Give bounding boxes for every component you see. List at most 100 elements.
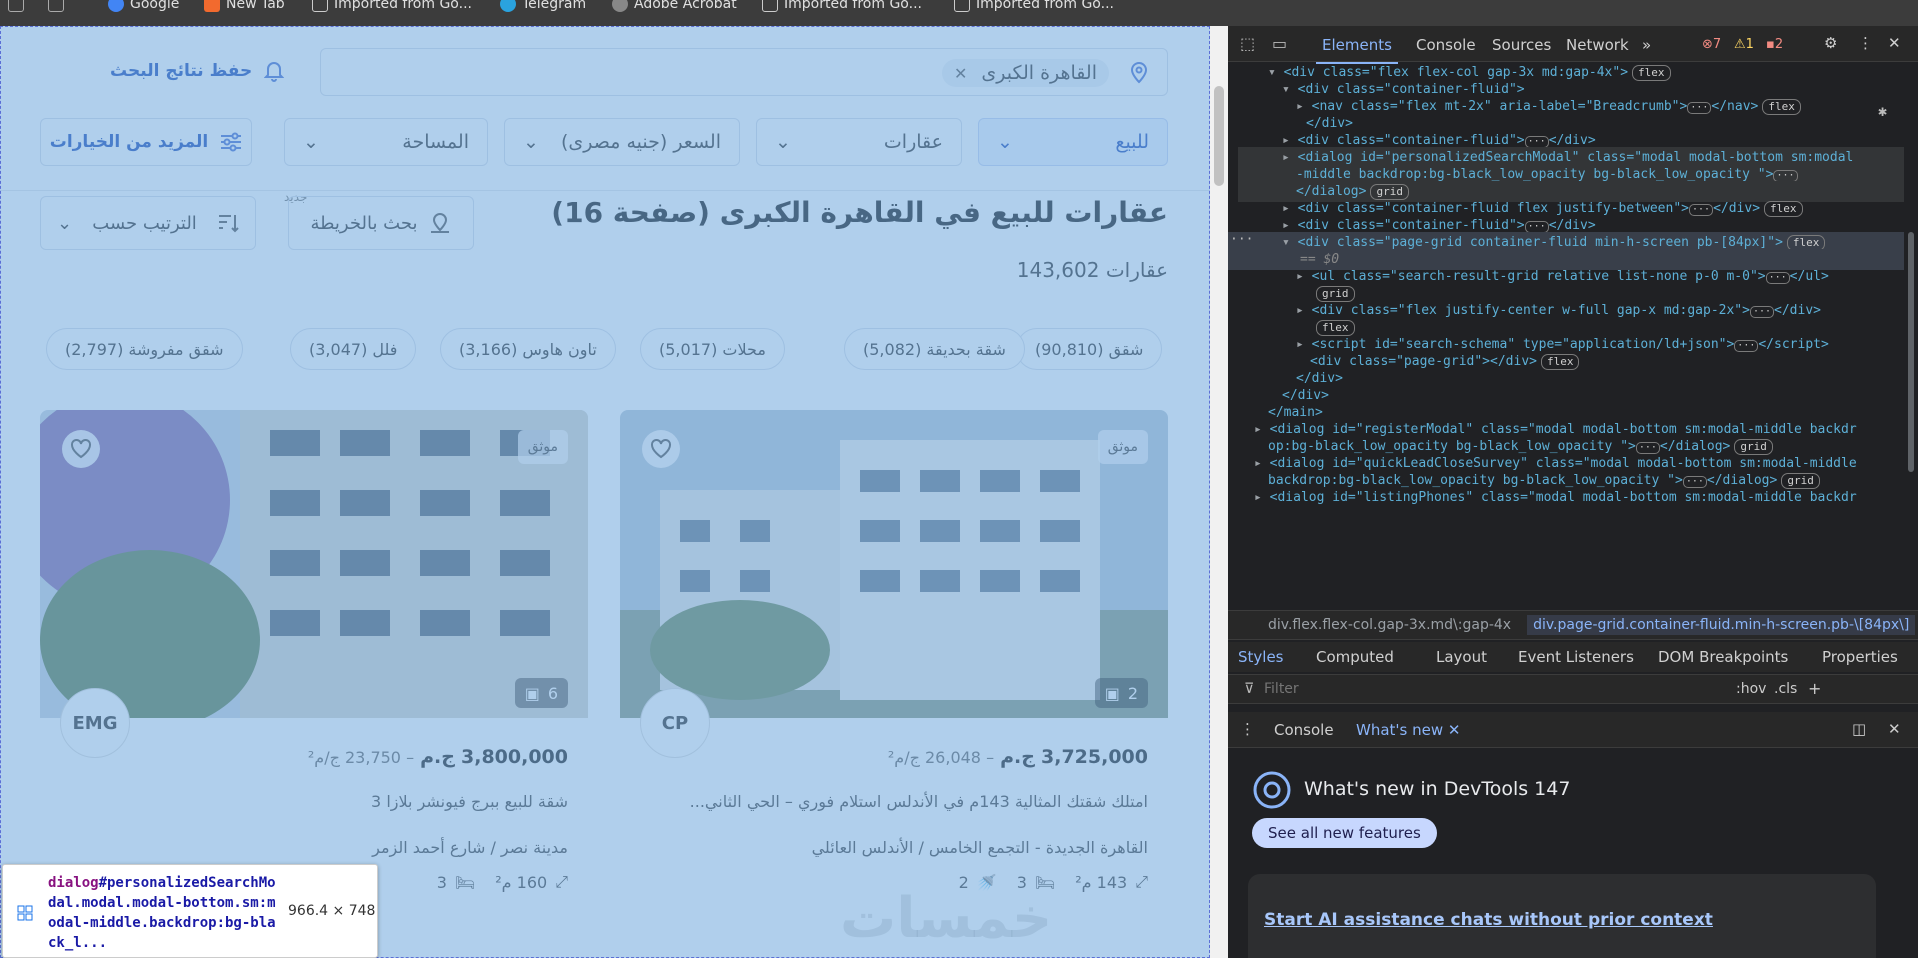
listing-card[interactable]: موثق ▣ 2 CP 3,725,000 ج.م – 26,048 ج/م² ا… [620,410,1168,958]
listing-photo[interactable]: موثق ▣ 6 [40,410,588,718]
hov-toggle[interactable]: :hov [1736,681,1766,697]
tab-network[interactable]: Network [1566,36,1629,54]
price-select[interactable]: ⌄ السعر (جنيه مصرى) [504,118,740,166]
image-icon: ▣ [524,683,540,703]
bookmarks-bar: Google New Tab Imported from Go... Teleg… [0,0,1918,26]
tree-node[interactable]: ▸ <ul class="search-result-grid relative… [1296,266,1829,287]
chevron-down-icon: ⌄ [57,212,73,234]
bookmark-adobe-acrobat[interactable]: Adobe Acrobat [612,0,737,13]
more-options-button[interactable]: المزيد من الخيارات [40,118,252,166]
tab-dom-breakpoints[interactable]: DOM Breakpoints [1658,648,1788,666]
tree-node[interactable]: ▸ <div class="flex justify-center w-full… [1296,300,1821,321]
scrollbar-thumb[interactable] [1908,232,1914,472]
purpose-select[interactable]: ⌄ للبيع [978,118,1168,166]
bookmark-imported-1[interactable]: Imported from Go... [312,0,472,13]
tab-elements[interactable]: Elements [1316,36,1398,64]
breadcrumb-item[interactable]: div.flex.flex-col.gap-3x.md\:gap-4x [1268,617,1511,633]
tab-styles[interactable]: Styles [1238,648,1284,666]
plus-icon[interactable]: + [1808,679,1821,698]
bell-icon [264,62,285,82]
accessibility-icon[interactable]: ✱ [1878,102,1887,120]
results-count: 143,602 عقارات [1016,258,1168,282]
verified-badge: موثق [1097,430,1148,464]
more-actions-icon[interactable]: ··· [1230,232,1253,247]
brave-icon [204,0,220,12]
location-chip[interactable]: ✕ القاهرة الكبرى [941,59,1109,87]
filter-input[interactable] [1264,679,1594,699]
kebab-menu-icon[interactable]: ⋮ [1858,34,1873,52]
tree-node[interactable]: ▸ <nav class="flex mt-2x" aria-label="Br… [1296,96,1801,117]
tree-node[interactable]: ▸ <dialog id="listingPhones" class="moda… [1254,487,1857,508]
devtools-panel: ⬚ ▭ Elements Console Sources Network » ⊗… [1228,26,1918,958]
bookmark-telegram[interactable]: Telegram [500,0,586,13]
tab-event-listeners[interactable]: Event Listeners [1518,648,1634,666]
listing-price: 3,800,000 ج.م – 23,750 ج/م² [307,746,568,768]
watermark: خمسات [840,886,1053,951]
favorite-heart-icon[interactable] [642,430,680,468]
close-icon[interactable]: ✕ [1448,721,1461,739]
image-icon: ▣ [1104,683,1120,703]
more-tabs-icon[interactable]: » [1642,36,1651,54]
chevron-down-icon: ⌄ [523,131,539,153]
building-image [40,410,588,718]
device-toggle-icon[interactable]: ▭ [1272,34,1287,53]
issues-count[interactable]: ▪2 [1766,37,1783,52]
bookmark-google[interactable]: Google [108,0,179,13]
category-pill-furnished[interactable]: شقق مفروشة (2,797) [46,328,243,370]
inspect-element-icon[interactable]: ⬚ [1240,34,1255,53]
telegram-icon [500,0,516,12]
tab-console[interactable]: Console [1416,36,1476,54]
error-count[interactable]: ⊗7 [1702,37,1721,52]
property-type-select[interactable]: ⌄ عقارات [756,118,962,166]
gear-icon[interactable]: ⚙ [1824,34,1837,52]
tab-layout[interactable]: Layout [1436,648,1487,666]
close-icon[interactable]: ✕ [1888,34,1901,52]
category-pill-apartments[interactable]: شقق (90,810) [1016,328,1163,370]
sort-button[interactable]: ⌄ الترتيب حسب [40,196,256,250]
scrollbar-thumb[interactable] [1214,86,1224,186]
bookmark-imported-3[interactable]: Imported from Go... [954,0,1114,13]
close-drawer-icon[interactable]: ✕ [1888,720,1901,738]
map-search-button[interactable]: بحث بالخريطة [288,196,474,250]
search-bar[interactable]: ✕ القاهرة الكبرى [320,48,1168,96]
drawer-menu-icon[interactable]: ⋮ [1240,720,1255,738]
listing-photo[interactable]: موثق ▣ 2 [620,410,1168,718]
tab-computed[interactable]: Computed [1316,648,1394,666]
area-select[interactable]: ⌄ المساحة [284,118,488,166]
page-scrollbar[interactable] [1210,26,1228,958]
tab-properties[interactable]: Properties [1822,648,1898,666]
apps-icon[interactable] [8,0,24,13]
favorite-heart-icon[interactable] [62,430,100,468]
grid-icon[interactable] [48,0,64,13]
category-pill-townhouse[interactable]: تاون هاوس (3,166) [440,328,616,370]
bookmark-imported-2[interactable]: Imported from Go... [762,0,922,13]
tree-node[interactable]: <div class="page-grid"></div> flex [1310,351,1580,372]
chip-close-icon[interactable]: ✕ [954,64,967,83]
category-pill-villas[interactable]: فلل (3,047) [290,328,417,370]
breadcrumb-item[interactable]: div.page-grid.container-fluid.min-h-scre… [1527,615,1916,635]
dock-icon[interactable]: ◫ [1852,720,1866,738]
drawer-tab-console[interactable]: Console [1274,721,1334,739]
image-count: ▣ 2 [1094,678,1148,708]
image-count: ▣ 6 [514,678,568,708]
map-pin-icon [431,212,450,233]
category-pill-shops[interactable]: محلات (5,017) [640,328,785,370]
whats-new-title: What's new in DevTools 147 [1304,778,1571,800]
category-pill-garden[interactable]: شقة بحديقة (5,082) [844,328,1025,370]
inspect-tooltip: dialog#personalizedSearchModal.modal.mod… [2,864,378,958]
warning-count[interactable]: ⚠1 [1734,37,1754,52]
see-all-features-button[interactable]: See all new features [1252,818,1437,848]
listing-description[interactable]: شقة للبيع ببرج فيونشر بلازا 3 [371,792,568,811]
save-search-button[interactable]: حفظ نتائج البحث [110,60,285,82]
drawer-tab-whats-new[interactable]: What's new ✕ [1356,721,1460,739]
folder-icon [762,0,778,12]
page-title: عقارات للبيع في القاهرة الكبرى (صفحة 16) [551,196,1168,229]
ai-assistance-link[interactable]: Start AI assistance chats without prior … [1264,910,1713,930]
elements-scrollbar[interactable] [1904,62,1918,610]
bookmark-new-tab[interactable]: New Tab [204,0,285,13]
listing-description[interactable]: امتلك شقتك المثالية 143م في الأندلس استل… [690,792,1148,811]
tab-sources[interactable]: Sources [1492,36,1551,54]
cls-toggle[interactable]: .cls [1774,681,1797,697]
google-icon [108,0,124,12]
web-page: ✕ القاهرة الكبرى حفظ نتائج البحث ⌄ للبيع… [0,26,1210,958]
